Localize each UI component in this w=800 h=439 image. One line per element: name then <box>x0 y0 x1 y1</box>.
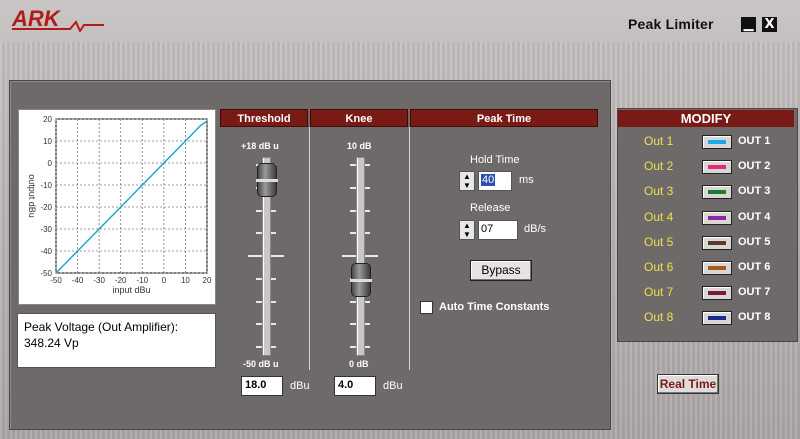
output-label: Out 6 <box>644 260 674 274</box>
x-tick-label: -20 <box>115 276 127 285</box>
output-color-button[interactable] <box>702 135 732 149</box>
auto-time-constants-label: Auto Time Constants <box>439 301 550 313</box>
y-tick-label: -20 <box>40 203 52 212</box>
release-label: Release <box>470 202 511 214</box>
y-tick-label: 0 <box>48 159 53 168</box>
bypass-button[interactable]: Bypass <box>470 260 532 281</box>
transfer-graph: -50 -40 -30 -20 -10 0 10 20 20 10 0 -10 -20 -30 -40 -50… <box>18 109 216 305</box>
hold-time-unit: ms <box>519 174 534 186</box>
output-color-button[interactable] <box>702 311 732 326</box>
output-color-swatch <box>708 215 726 220</box>
output-color-swatch <box>708 165 726 170</box>
output-color-swatch <box>708 190 726 195</box>
output-name: OUT 7 <box>738 286 771 299</box>
x-tick-label: 10 <box>181 276 190 285</box>
output-label: Out 8 <box>644 310 674 325</box>
x-tick-label: -50 <box>50 276 62 285</box>
knee-max-label: 10 dB <box>347 141 372 151</box>
output-color-swatch <box>708 140 726 144</box>
output-color-button[interactable] <box>702 261 732 275</box>
knee-unit: dBu <box>383 380 403 392</box>
output-name: OUT 3 <box>738 185 771 198</box>
knee-slider-track[interactable] <box>356 157 365 356</box>
hold-time-label: Hold Time <box>470 154 520 166</box>
hold-time-input[interactable]: 40 <box>478 171 512 191</box>
y-tick-label: 20 <box>43 115 52 124</box>
peak-voltage-label: Peak Voltage (Out Amplifier): <box>24 320 179 334</box>
release-unit: dB/s <box>524 223 547 235</box>
knee-min-label: 0 dB <box>349 359 369 369</box>
knee-header: Knee <box>310 109 408 127</box>
output-color-button[interactable] <box>702 185 732 200</box>
output-color-swatch <box>708 240 726 245</box>
minimize-button[interactable]: ▁ <box>741 17 756 32</box>
release-input[interactable]: 07 <box>478 220 518 240</box>
output-color-button[interactable] <box>702 160 732 175</box>
title-bar: ARK Peak Limiter ▁ X <box>0 0 800 42</box>
x-axis-label: input dBu <box>112 285 150 295</box>
output-name: OUT 8 <box>738 311 771 324</box>
output-label: Out 4 <box>644 209 674 224</box>
threshold-max-label: +18 dB u <box>241 141 279 151</box>
output-name: OUT 5 <box>738 235 771 248</box>
peak-voltage-value: 348.24 Vp <box>24 336 79 350</box>
page-title: Peak Limiter <box>628 16 714 32</box>
output-label: Out 1 <box>644 134 674 148</box>
output-label: Out 3 <box>644 184 674 199</box>
ark-logo: ARK <box>11 6 104 32</box>
output-name: OUT 6 <box>738 261 771 273</box>
y-axis-label: output dBu <box>27 174 37 218</box>
x-tick-label: -40 <box>72 276 84 285</box>
output-color-swatch <box>708 291 726 296</box>
output-color-swatch <box>708 316 726 321</box>
knee-value-field[interactable]: 4.0 <box>334 376 376 396</box>
output-label: Out 5 <box>644 234 674 249</box>
real-time-button[interactable]: Real Time <box>657 374 719 394</box>
y-tick-label: -40 <box>40 247 52 256</box>
logo-text: ARK <box>11 6 62 31</box>
y-tick-label: -50 <box>40 269 52 278</box>
hold-time-spinner[interactable]: ▲ ▼ <box>459 171 475 191</box>
output-name: OUT 2 <box>738 160 771 173</box>
output-color-swatch <box>708 266 726 270</box>
y-tick-label: 10 <box>43 137 52 146</box>
threshold-slider-thumb[interactable] <box>256 163 278 197</box>
peak-time-header: Peak Time <box>410 109 598 127</box>
output-name: OUT 4 <box>738 210 771 223</box>
output-color-button[interactable] <box>702 235 732 250</box>
auto-time-constants-checkbox[interactable] <box>420 301 433 314</box>
column-divider <box>309 127 310 370</box>
release-spinner[interactable]: ▲ ▼ <box>459 220 475 240</box>
output-color-button[interactable] <box>702 286 732 301</box>
modify-header: MODIFY <box>618 110 794 127</box>
output-label: Out 7 <box>644 285 674 300</box>
threshold-unit: dBu <box>290 380 310 392</box>
peak-voltage-display: Peak Voltage (Out Amplifier): 348.24 Vp <box>17 313 216 368</box>
transfer-graph-svg: -50 -40 -30 -20 -10 0 10 20 20 10 0 -10 -20 -30 -40 -50… <box>27 115 212 295</box>
x-tick-label: -30 <box>93 276 105 285</box>
knee-slider-thumb[interactable] <box>350 262 372 297</box>
x-tick-label: -10 <box>137 276 149 285</box>
y-tick-label: -30 <box>40 225 52 234</box>
y-tick-label: -10 <box>40 181 52 190</box>
output-label: Out 2 <box>644 159 674 174</box>
threshold-min-label: -50 dB u <box>243 359 279 369</box>
x-tick-label: 20 <box>203 276 212 285</box>
close-button[interactable]: X <box>762 17 777 32</box>
threshold-value-field[interactable]: 18.0 <box>241 376 283 396</box>
output-name: OUT 1 <box>738 135 771 147</box>
threshold-header: Threshold <box>220 109 308 127</box>
column-divider <box>409 127 410 370</box>
hold-time-value: 40 <box>481 174 496 186</box>
x-tick-label: 0 <box>162 276 167 285</box>
output-color-button[interactable] <box>702 210 732 225</box>
